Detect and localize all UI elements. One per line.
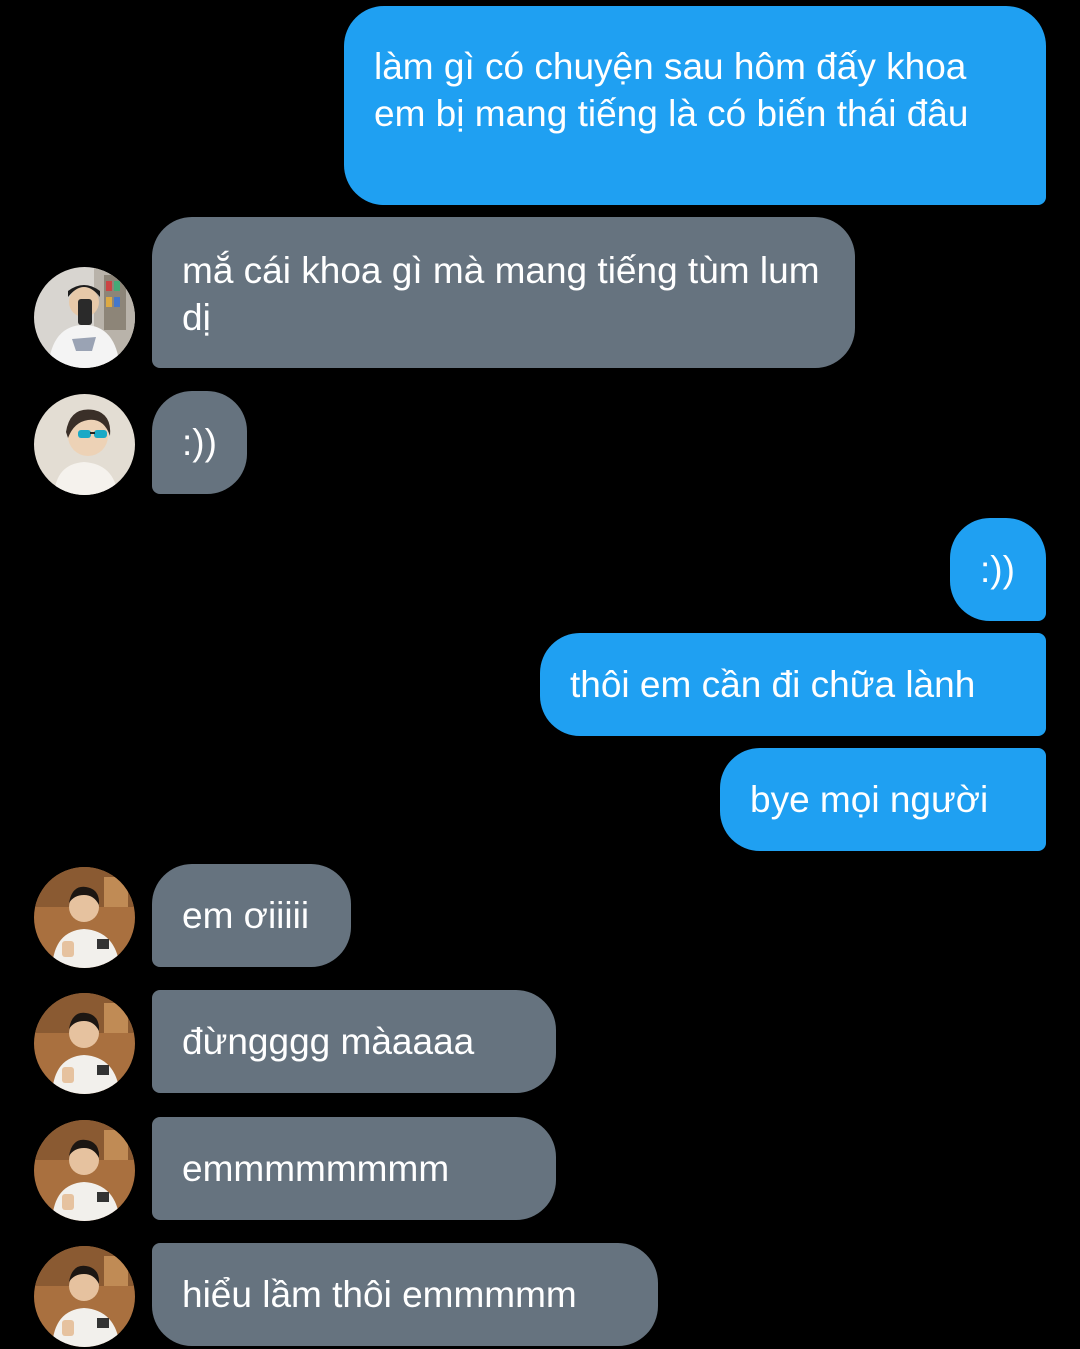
user-photo-sunglasses-icon (34, 394, 135, 495)
avatar[interactable] (34, 867, 135, 968)
chat-thread: làm gì có chuyện sau hôm đấy khoa em bị … (0, 0, 1080, 1349)
message-bubble-incoming[interactable]: đừngggg màaaaa (152, 990, 556, 1093)
avatar[interactable] (34, 267, 135, 368)
message-text: emmmmmmmm (182, 1148, 450, 1189)
message-text: mắ cái khoa gì mà mang tiếng tùm lum dị (182, 250, 820, 338)
avatar[interactable] (34, 1246, 135, 1347)
user-photo-white-hoodie-icon (34, 993, 135, 1094)
avatar[interactable] (34, 394, 135, 495)
message-text: :)) (182, 422, 217, 463)
avatar[interactable] (34, 1120, 135, 1221)
message-bubble-incoming[interactable]: em ơiiiii (152, 864, 351, 967)
avatar[interactable] (34, 993, 135, 1094)
message-text: hiểu lầm thôi emmmmm (182, 1274, 577, 1315)
message-bubble-outgoing[interactable]: :)) (950, 518, 1046, 621)
message-bubble-outgoing[interactable]: thôi em cần đi chữa lành (540, 633, 1046, 736)
message-text: em ơiiiii (182, 895, 310, 936)
message-text: :)) (980, 549, 1015, 590)
user-photo-white-hoodie-icon (34, 1246, 135, 1347)
message-text: đừngggg màaaaa (182, 1021, 475, 1062)
message-bubble-incoming[interactable]: hiểu lầm thôi emmmmm (152, 1243, 658, 1346)
message-bubble-outgoing[interactable]: bye mọi người (720, 748, 1046, 851)
message-bubble-incoming[interactable]: :)) (152, 391, 247, 494)
message-text: bye mọi người (750, 779, 989, 820)
user-photo-white-hoodie-icon (34, 1120, 135, 1221)
message-bubble-incoming[interactable]: emmmmmmmm (152, 1117, 556, 1220)
user-photo-mirror-selfie-icon (34, 267, 135, 368)
message-bubble-outgoing[interactable]: làm gì có chuyện sau hôm đấy khoa em bị … (344, 6, 1046, 205)
user-photo-white-hoodie-icon (34, 867, 135, 968)
message-text: thôi em cần đi chữa lành (570, 664, 976, 705)
message-bubble-incoming[interactable]: mắ cái khoa gì mà mang tiếng tùm lum dị (152, 217, 855, 368)
message-text: làm gì có chuyện sau hôm đấy khoa em bị … (374, 46, 969, 134)
